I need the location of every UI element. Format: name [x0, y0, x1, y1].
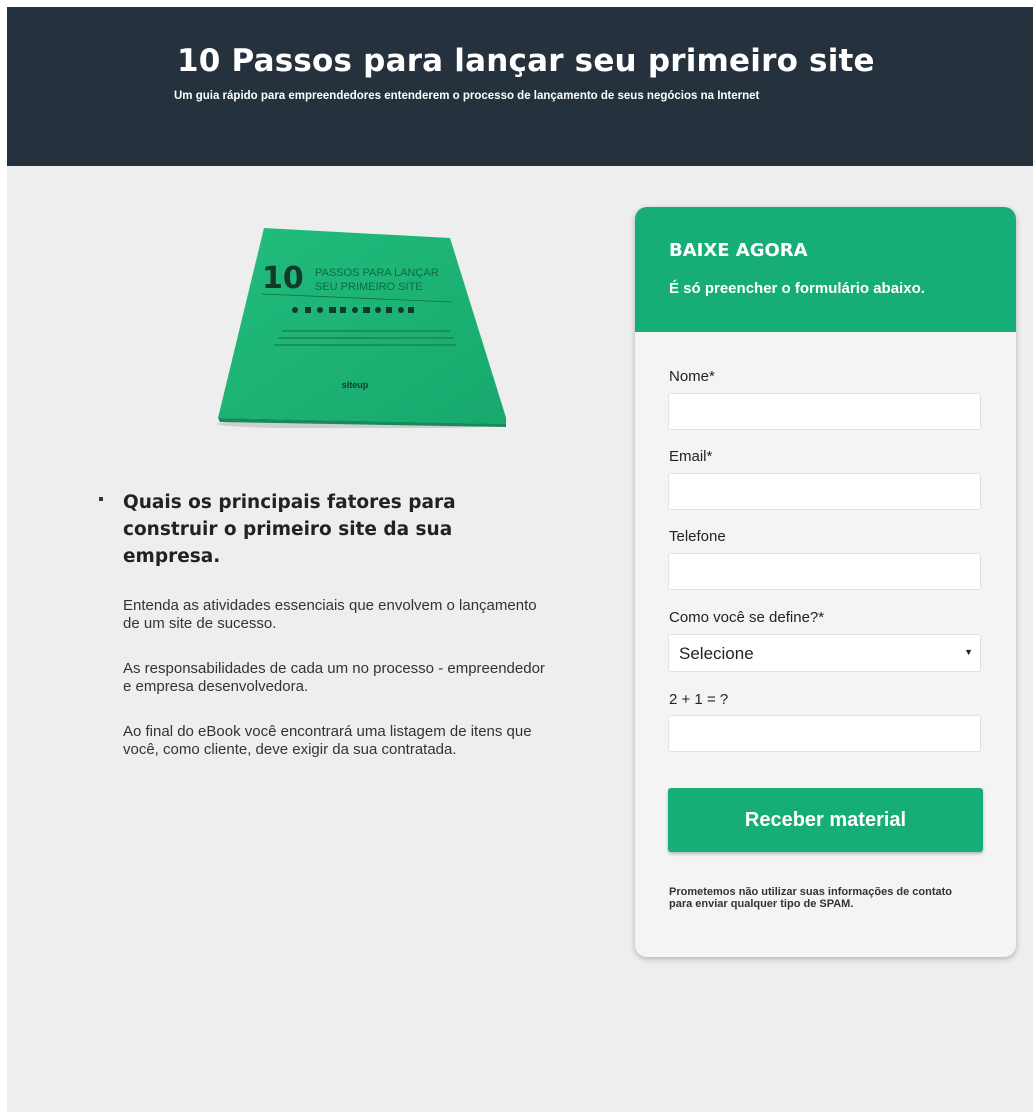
bullet-dot — [99, 497, 103, 501]
ebook-number: 10 — [262, 261, 304, 296]
submit-button[interactable]: Receber material — [668, 788, 983, 852]
page-header: 10 Passos para lançar seu primeiro site … — [7, 7, 1033, 166]
name-label: Nome* — [669, 368, 715, 385]
email-field[interactable] — [668, 473, 981, 510]
download-form-card: BAIXE AGORA É só preencher o formulário … — [635, 207, 1016, 957]
define-label: Como você se define?* — [669, 609, 825, 626]
captcha-field[interactable] — [668, 715, 981, 752]
ebook-title-line1: PASSOS PARA LANÇAR — [315, 267, 439, 279]
description-paragraph-1: Entenda as atividades essenciais que env… — [123, 597, 537, 632]
feature-heading: Quais os principais fatores para constru… — [123, 492, 456, 567]
captcha-label: 2 + 1 = ? — [669, 691, 729, 708]
define-select-value: Selecione — [679, 644, 754, 663]
landing-page: 10 Passos para lançar seu primeiro site … — [7, 7, 1033, 1112]
feature-bullet: Quais os principais fatores para constru… — [99, 489, 519, 570]
description-paragraph-2: As responsabilidades de cada um no proce… — [123, 660, 545, 695]
page-subtitle: Um guia rápido para empreendedores enten… — [174, 90, 760, 102]
form-subheading: É só preencher o formulário abaixo. — [669, 280, 925, 297]
name-field[interactable] — [668, 393, 981, 430]
define-select[interactable]: Selecione ▼ — [668, 634, 981, 672]
phone-label: Telefone — [669, 528, 726, 545]
ebook-title-line2: SEU PRIMEIRO SITE — [315, 281, 423, 293]
ebook-cover-image: 10 PASSOS PARA LANÇAR SEU PRIMEIRO SITE … — [212, 226, 508, 429]
spam-disclaimer: Prometemos não utilizar suas informações… — [669, 886, 953, 910]
description-paragraph-3: Ao final do eBook você encontrará uma li… — [123, 723, 532, 758]
email-label: Email* — [669, 448, 713, 465]
chevron-down-icon: ▼ — [964, 647, 973, 657]
form-header: BAIXE AGORA É só preencher o formulário … — [635, 207, 1016, 332]
phone-field[interactable] — [668, 553, 981, 590]
form-heading: BAIXE AGORA — [669, 240, 808, 261]
page-title: 10 Passos para lançar seu primeiro site — [177, 43, 875, 79]
ebook-brand: siteup — [342, 380, 369, 390]
